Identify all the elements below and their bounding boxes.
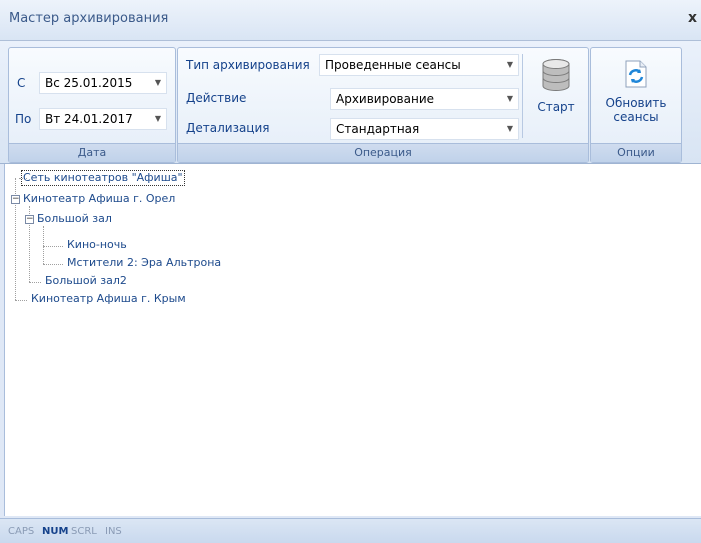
refresh-sessions-button[interactable]: Обновить сеансы [595,56,677,140]
options-group: Обновить сеансы Опции [590,47,682,163]
detail-label: Детализация [186,121,270,135]
tree-connector [43,264,63,265]
chevron-down-icon: ▼ [154,78,161,87]
from-date-picker[interactable]: Вс 25.01.2015 ▼ [39,72,167,94]
operation-group-caption: Операция [178,143,588,162]
tree-connector [43,246,63,247]
action-value: Архивирование [336,92,435,106]
to-label: По [15,112,32,126]
to-date-picker[interactable]: Вт 24.01.2017 ▼ [39,108,167,130]
chevron-down-icon: ▼ [506,94,513,103]
start-button[interactable]: Старт [528,58,584,134]
refresh-label-line1: Обновить [605,96,667,110]
tree-node-big-hall-2[interactable]: Большой зал2 [45,274,127,287]
tree-connector [29,282,41,283]
ribbon: С Вс 25.01.2015 ▼ По Вт 24.01.2017 ▼ Дат… [0,41,701,164]
date-group: С Вс 25.01.2015 ▼ По Вт 24.01.2017 ▼ Дат… [8,47,176,163]
tree-node-session-avengers[interactable]: Мстители 2: Эра Альтрона [67,256,221,269]
from-date-value: Вс 25.01.2015 [45,76,133,90]
archive-type-select[interactable]: Проведенные сеансы ▼ [319,54,519,76]
tree-node-cinema-orel[interactable]: Кинотеатр Афиша г. Орел [23,192,175,205]
tree-node-cinema-krym[interactable]: Кинотеатр Афиша г. Крым [31,292,186,305]
status-bar: CAPS NUM SCRL INS [0,518,701,543]
sessions-tree: Сеть кинотеатров "Афиша" − Кинотеатр Афи… [4,164,701,516]
date-group-caption: Дата [9,143,175,162]
separator [522,54,523,138]
title-bar: Мастер архивирования x [0,0,701,41]
window-title: Мастер архивирования [9,11,169,26]
archive-type-value: Проведенные сеансы [325,58,461,72]
action-label: Действие [186,91,247,105]
tree-node-big-hall[interactable]: Большой зал [37,212,112,225]
chevron-down-icon: ▼ [154,114,161,123]
tree-node-session-night[interactable]: Кино-ночь [67,238,127,251]
archive-type-label: Тип архивирования [186,58,310,72]
options-group-caption: Опции [591,143,681,162]
detail-select[interactable]: Стандартная ▼ [330,118,519,140]
refresh-label-line2: сеансы [613,110,659,124]
to-date-value: Вт 24.01.2017 [45,112,133,126]
insert-indicator: INS [105,526,122,537]
num-indicator: NUM [42,526,69,537]
chevron-down-icon: ▼ [506,60,513,69]
collapse-icon[interactable]: − [25,215,34,224]
refresh-icon [625,60,647,88]
tree-connector [43,226,44,264]
action-select[interactable]: Архивирование ▼ [330,88,519,110]
caps-indicator: CAPS [8,526,35,537]
from-label: С [17,76,26,90]
collapse-icon[interactable]: − [11,195,20,204]
start-label: Старт [537,100,575,114]
archive-wizard-window: Мастер архивирования x С Вс 25.01.2015 ▼… [0,0,701,543]
tree-connector [15,300,27,301]
chevron-down-icon: ▼ [506,124,513,133]
database-icon [542,59,570,91]
operation-group: Тип архивирования Проведенные сеансы ▼ Д… [177,47,589,163]
close-button[interactable]: x [688,10,697,26]
detail-value: Стандартная [336,122,420,136]
scroll-indicator: SCRL [71,526,97,537]
tree-node-network[interactable]: Сеть кинотеатров "Афиша" [21,170,185,186]
